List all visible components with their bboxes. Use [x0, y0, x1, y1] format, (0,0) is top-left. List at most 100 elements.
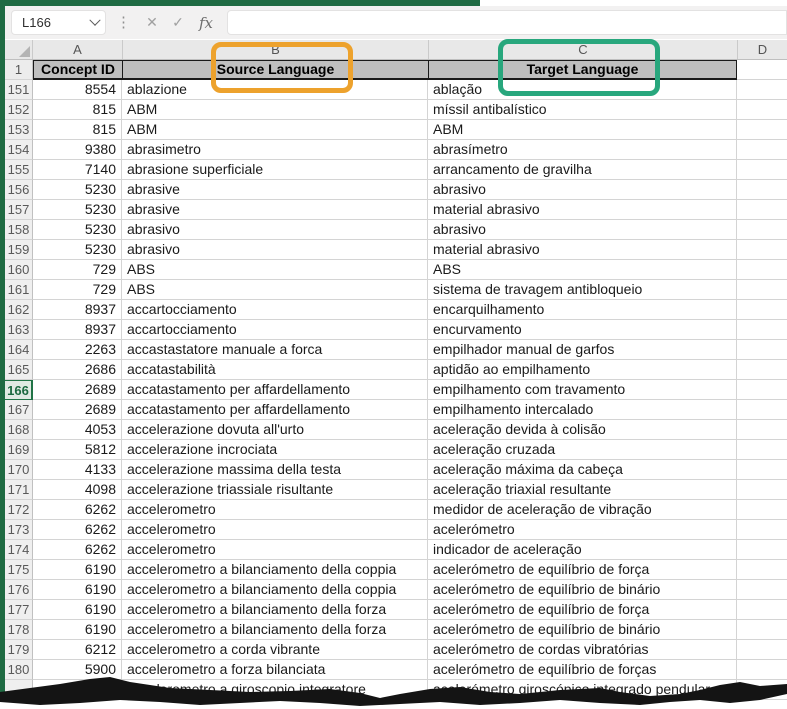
- row-number[interactable]: 172: [5, 500, 33, 520]
- cell-target-language[interactable]: aceleração triaxial resultante: [428, 480, 737, 500]
- cell-target-language[interactable]: empilhamento com travamento: [428, 380, 737, 400]
- cell-column-d[interactable]: [737, 640, 787, 660]
- cell-column-d[interactable]: [737, 140, 787, 160]
- cell-source-language[interactable]: accelerometro a bilanciamento della forz…: [122, 600, 428, 620]
- column-header-a[interactable]: A: [33, 40, 123, 59]
- row-number[interactable]: 171: [5, 480, 33, 500]
- cell-column-d[interactable]: [737, 560, 787, 580]
- cell-column-d[interactable]: [737, 580, 787, 600]
- cell-target-language[interactable]: acelerómetro de equilíbrio de força: [428, 560, 737, 580]
- cell-column-d[interactable]: [737, 500, 787, 520]
- row-number[interactable]: 170: [5, 460, 33, 480]
- cell-target-language[interactable]: aptidão ao empilhamento: [428, 360, 737, 380]
- cell-source-language[interactable]: ABS: [122, 280, 428, 300]
- cell-source-language[interactable]: accartocciamento: [122, 320, 428, 340]
- row-number[interactable]: 176: [5, 580, 33, 600]
- row-number[interactable]: 174: [5, 540, 33, 560]
- insert-function-icon[interactable]: fx: [191, 14, 221, 32]
- cell-concept-id[interactable]: 2263: [33, 340, 122, 360]
- cell-target-language[interactable]: encarquilhamento: [428, 300, 737, 320]
- cell-concept-id[interactable]: 6190: [33, 560, 122, 580]
- column-header-b[interactable]: B: [123, 40, 429, 59]
- cell-target-language[interactable]: abrasivo: [428, 180, 737, 200]
- cancel-icon[interactable]: ✕: [139, 14, 165, 31]
- cell-column-d[interactable]: [737, 260, 787, 280]
- cell-target-language[interactable]: material abrasivo: [428, 200, 737, 220]
- header-cell-concept-id[interactable]: Concept ID: [33, 60, 123, 80]
- cell-target-language[interactable]: ABS: [428, 260, 737, 280]
- cell-target-language[interactable]: material abrasivo: [428, 240, 737, 260]
- cell-column-d[interactable]: [737, 600, 787, 620]
- cell-concept-id[interactable]: 6212: [33, 640, 122, 660]
- cell-column-d[interactable]: [737, 120, 787, 140]
- cell-concept-id[interactable]: 6190: [33, 620, 122, 640]
- formula-input[interactable]: [227, 10, 787, 35]
- cell-source-language[interactable]: abrasivo: [122, 240, 428, 260]
- cell-concept-id[interactable]: 5230: [33, 200, 122, 220]
- cell-column-d[interactable]: [737, 320, 787, 340]
- row-number[interactable]: 159: [5, 240, 33, 260]
- cell-concept-id[interactable]: 6262: [33, 520, 122, 540]
- cell-target-language[interactable]: acelerómetro de equilíbrio de binário: [428, 620, 737, 640]
- cell-source-language[interactable]: accartocciamento: [122, 300, 428, 320]
- cell-source-language[interactable]: accatastamento per affardellamento: [122, 380, 428, 400]
- cell-target-language[interactable]: arrancamento de gravilha: [428, 160, 737, 180]
- cell-target-language[interactable]: míssil antibalístico: [428, 100, 737, 120]
- cell-source-language[interactable]: abrasione superficiale: [122, 160, 428, 180]
- cell-source-language[interactable]: ABM: [122, 120, 428, 140]
- cell-concept-id[interactable]: 4053: [33, 420, 122, 440]
- cell-concept-id[interactable]: 8937: [33, 300, 122, 320]
- row-number[interactable]: 157: [5, 200, 33, 220]
- cell-concept-id[interactable]: 4133: [33, 460, 122, 480]
- cell-target-language[interactable]: sistema de travagem antibloqueio: [428, 280, 737, 300]
- row-number[interactable]: 162: [5, 300, 33, 320]
- cell-column-d[interactable]: [737, 300, 787, 320]
- row-number[interactable]: 179: [5, 640, 33, 660]
- cell-concept-id[interactable]: 815: [33, 100, 122, 120]
- cell-column-d[interactable]: [737, 460, 787, 480]
- cell-column-d[interactable]: [737, 520, 787, 540]
- cell-column-d[interactable]: [737, 180, 787, 200]
- cell-target-language[interactable]: ABM: [428, 120, 737, 140]
- select-all-corner[interactable]: [5, 40, 33, 59]
- cell-column-d[interactable]: [737, 100, 787, 120]
- cell-source-language[interactable]: accatastabilità: [122, 360, 428, 380]
- cell-concept-id[interactable]: 7140: [33, 160, 122, 180]
- cell-concept-id[interactable]: 5230: [33, 240, 122, 260]
- cell-source-language[interactable]: abrasivo: [122, 220, 428, 240]
- cell-concept-id[interactable]: 8937: [33, 320, 122, 340]
- cell-target-language[interactable]: empilhador manual de garfos: [428, 340, 737, 360]
- cell-source-language[interactable]: accelerometro: [122, 500, 428, 520]
- cell-source-language[interactable]: accelerazione massima della testa: [122, 460, 428, 480]
- cell-target-language[interactable]: abrasímetro: [428, 140, 737, 160]
- header-cell-d[interactable]: [737, 60, 787, 80]
- cell-concept-id[interactable]: 729: [33, 260, 122, 280]
- cell-concept-id[interactable]: 5230: [33, 180, 122, 200]
- cell-source-language[interactable]: ABS: [122, 260, 428, 280]
- cell-concept-id[interactable]: 6262: [33, 500, 122, 520]
- name-box[interactable]: L166: [11, 10, 106, 35]
- cell-column-d[interactable]: [737, 620, 787, 640]
- row-number[interactable]: 163: [5, 320, 33, 340]
- cell-source-language[interactable]: ABM: [122, 100, 428, 120]
- cell-concept-id[interactable]: 6190: [33, 580, 122, 600]
- cell-column-d[interactable]: [737, 80, 787, 100]
- cell-source-language[interactable]: accelerometro a bilanciamento della copp…: [122, 560, 428, 580]
- cell-column-d[interactable]: [737, 540, 787, 560]
- cell-concept-id[interactable]: 2689: [33, 400, 122, 420]
- cell-column-d[interactable]: [737, 380, 787, 400]
- cell-source-language[interactable]: accelerazione dovuta all'urto: [122, 420, 428, 440]
- cell-source-language[interactable]: accelerometro a corda vibrante: [122, 640, 428, 660]
- cell-column-d[interactable]: [737, 340, 787, 360]
- row-number[interactable]: 177: [5, 600, 33, 620]
- cell-target-language[interactable]: ablação: [428, 80, 737, 100]
- cell-column-d[interactable]: [737, 240, 787, 260]
- cell-concept-id[interactable]: 8554: [33, 80, 122, 100]
- cell-column-d[interactable]: [737, 160, 787, 180]
- cell-column-d[interactable]: [737, 360, 787, 380]
- cell-concept-id[interactable]: 5230: [33, 220, 122, 240]
- cell-column-d[interactable]: [737, 480, 787, 500]
- row-number[interactable]: 166: [5, 380, 33, 400]
- cell-concept-id[interactable]: 2686: [33, 360, 122, 380]
- cell-source-language[interactable]: abrasive: [122, 180, 428, 200]
